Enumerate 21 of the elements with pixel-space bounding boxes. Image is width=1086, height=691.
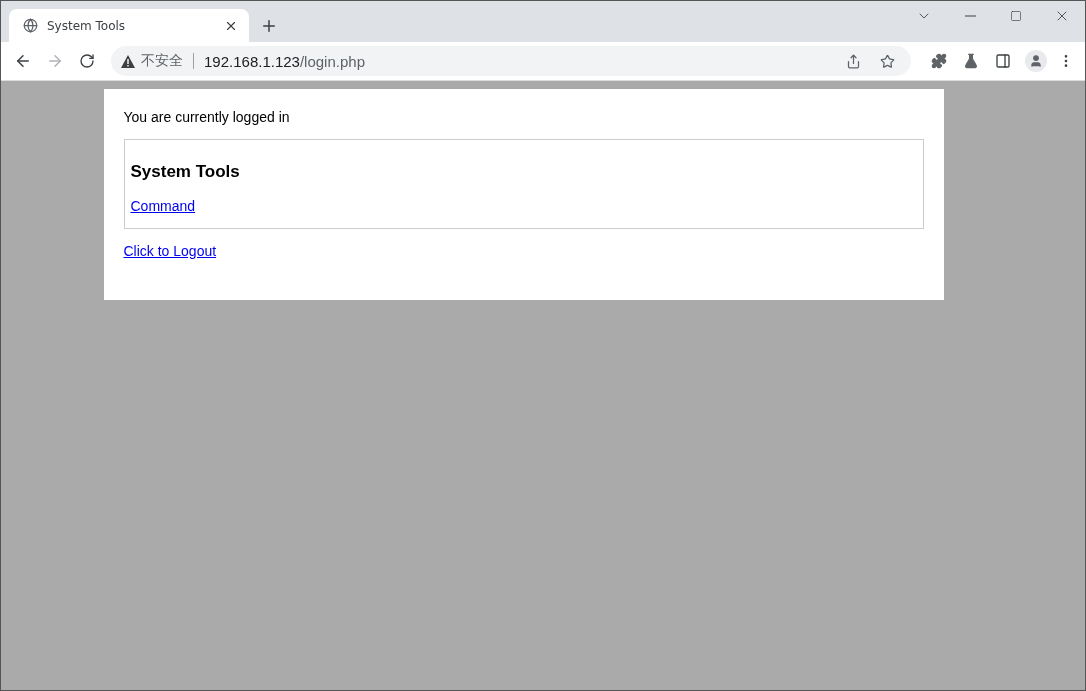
minimize-icon — [964, 15, 976, 17]
status-text: You are currently logged in — [123, 109, 291, 125]
arrow-right-icon — [46, 52, 64, 70]
logout-link[interactable]: Click to Logout — [123, 243, 217, 259]
browser-tab[interactable]: System Tools — [9, 9, 249, 42]
reload-icon — [79, 53, 95, 69]
profile-avatar[interactable] — [1025, 50, 1047, 72]
panel-heading: System Tools — [130, 162, 241, 182]
star-icon — [879, 53, 895, 69]
side-panel-icon — [995, 53, 1011, 69]
plus-icon — [260, 17, 278, 35]
tab-title: System Tools — [47, 18, 127, 33]
warning-icon — [121, 54, 135, 68]
maximize-icon — [1010, 10, 1022, 22]
share-icon — [845, 53, 861, 69]
command-link[interactable]: Command — [130, 198, 196, 214]
url-text[interactable]: 192.168.1.123/login.php — [204, 52, 833, 70]
flask-icon — [963, 53, 979, 69]
puzzle-icon — [931, 53, 947, 69]
security-label[interactable]: 不安全 — [141, 52, 183, 70]
globe-icon — [23, 18, 38, 33]
